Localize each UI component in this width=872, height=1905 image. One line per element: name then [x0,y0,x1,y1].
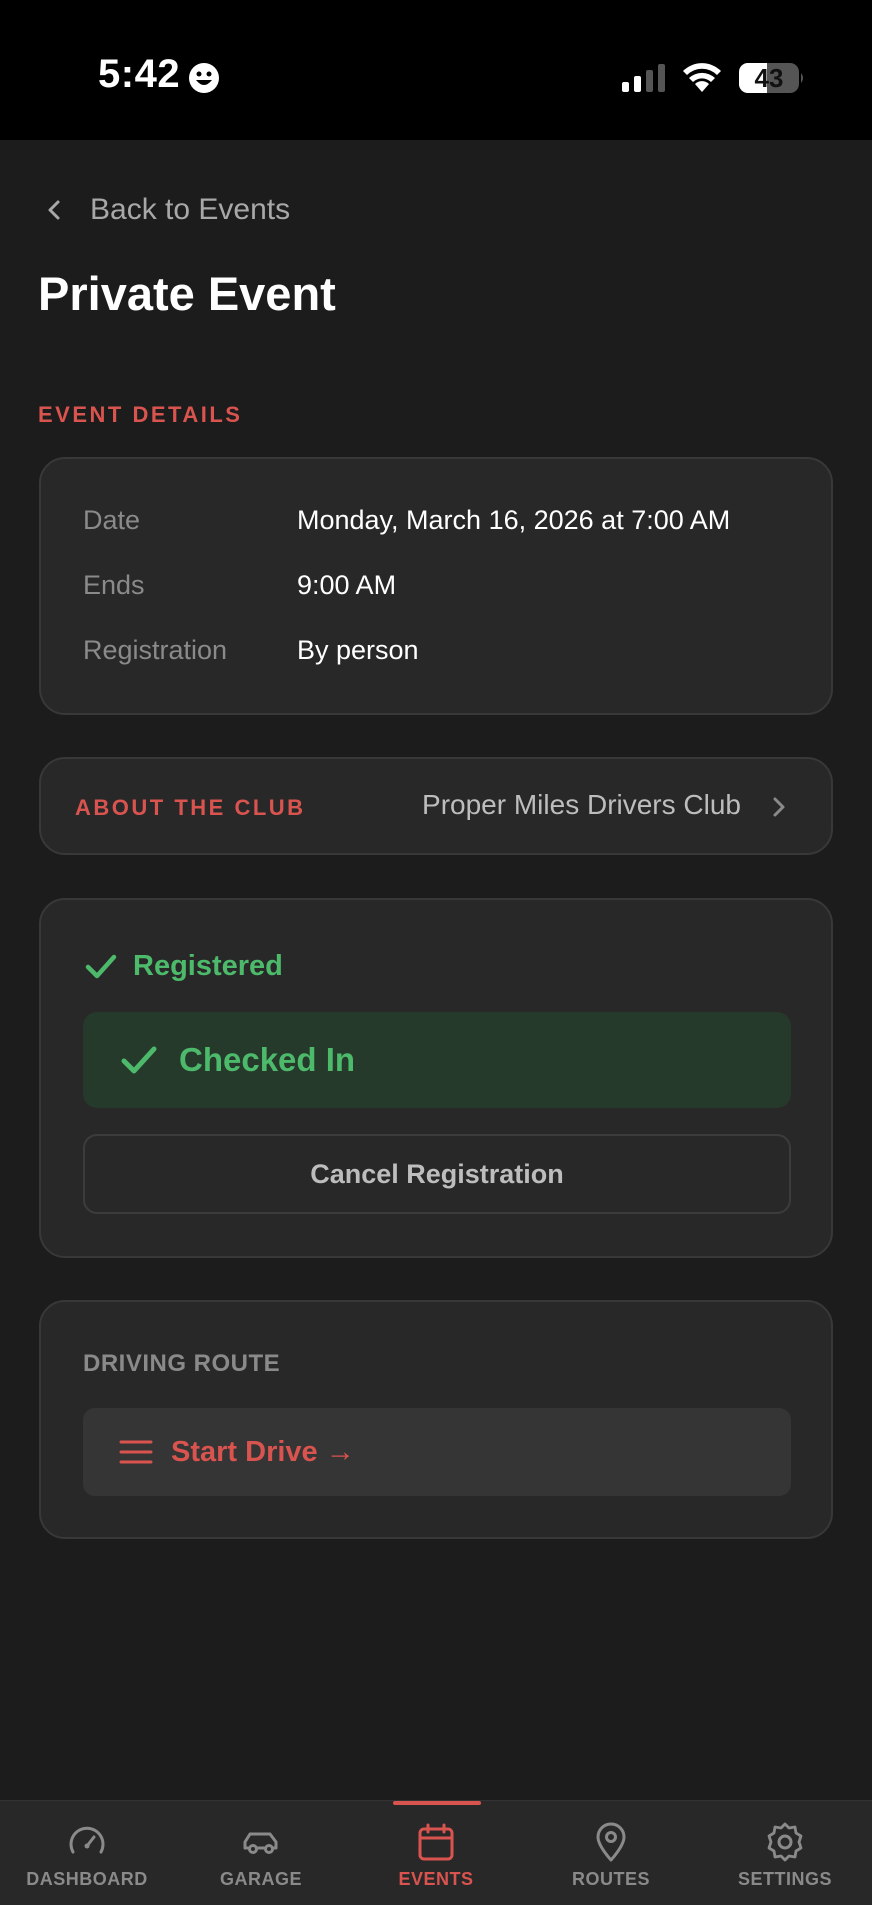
wifi-icon [683,63,721,92]
active-tab-indicator [393,1801,481,1805]
checkmark-icon [121,1046,157,1074]
back-label: Back to Events [90,193,291,226]
page-title: Private Event [38,267,336,320]
list-icon [119,1440,153,1464]
tab-label: ROUTES [571,1869,650,1889]
club-name: Proper Miles Drivers Club [422,789,741,820]
tab-routes[interactable]: ROUTES [524,1801,698,1905]
start-drive-button[interactable]: Start Drive → [83,1408,791,1496]
tab-events[interactable]: EVENTS [349,1801,523,1905]
checked-in-label: Checked In [179,1041,356,1078]
gear-icon [767,1822,803,1862]
driving-route-heading: DRIVING ROUTE [83,1350,281,1377]
detail-value: 9:00 AM [297,570,397,600]
tab-label: GARAGE [219,1869,302,1889]
tab-label: DASHBOARD [26,1869,148,1889]
car-icon [243,1832,278,1854]
detail-key: Ends [83,570,145,600]
smiley-icon [189,63,219,93]
detail-row-date: Date Monday, March 16, 2026 at 7:00 AM [83,505,730,536]
checkmark-icon [85,954,117,979]
tab-garage[interactable]: GARAGE [174,1801,348,1905]
detail-row-ends: Ends 9:00 AM [83,570,396,601]
tab-dashboard[interactable]: DASHBOARD [0,1801,174,1905]
battery-icon: 43 [739,63,803,93]
status-time: 5:42 [98,52,181,96]
registration-card: Registered Checked In Cancel Registratio… [39,898,833,1258]
driving-route-card: DRIVING ROUTE Start Drive → [39,1300,833,1539]
registered-label: Registered [133,949,283,982]
tab-label: EVENTS [398,1869,474,1889]
back-to-events-link[interactable]: Back to Events [40,188,290,232]
start-drive-label: Start Drive → [171,1435,355,1468]
event-details-heading: EVENT DETAILS [38,402,243,427]
status-bar: 5:42 43 [0,0,872,140]
chevron-right-icon [773,797,785,817]
tab-settings[interactable]: SETTINGS [698,1801,872,1905]
battery-level: 43 [755,63,784,93]
cancel-registration-button[interactable]: Cancel Registration [83,1134,791,1214]
registration-status: Registered [83,948,283,984]
checked-in-badge: Checked In [83,1012,791,1108]
detail-value: Monday, March 16, 2026 at 7:00 AM [297,505,731,535]
detail-row-registration: Registration By person [83,635,419,666]
calendar-icon [418,1823,454,1861]
map-pin-icon [596,1822,626,1862]
detail-key: Date [83,505,141,535]
cellular-signal-icon [622,64,665,92]
about-club-row[interactable]: ABOUT THE CLUB Proper Miles Drivers Club [39,757,833,855]
about-club-label: ABOUT THE CLUB [75,795,306,820]
detail-value: By person [297,635,419,665]
detail-key: Registration [83,635,228,665]
chevron-left-icon [48,200,60,220]
tab-label: SETTINGS [737,1869,832,1889]
tab-bar: DASHBOARD GARAGE EVENTS ROUTES SETTINGS [0,1800,872,1905]
event-details-card: Date Monday, March 16, 2026 at 7:00 AM E… [39,457,833,715]
speedometer-icon [69,1826,105,1854]
